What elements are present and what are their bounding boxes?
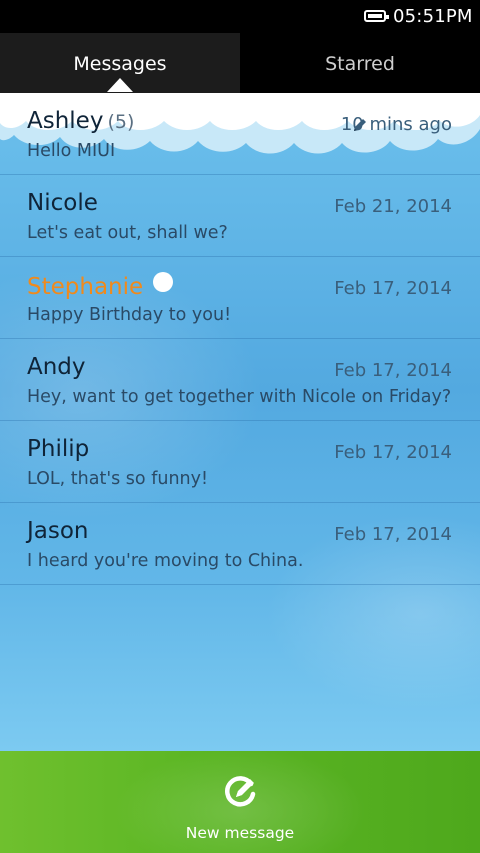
- contact-name: Andy: [27, 354, 86, 380]
- message-preview: I heard you're moving to China.: [27, 551, 304, 571]
- contact-name-text: Stephanie: [27, 274, 144, 300]
- conversation-item-ashley[interactable]: Ashley (5) 10 mins ago Hello MIUI: [0, 93, 480, 175]
- message-preview: Hey, want to get together with Nicole on…: [27, 387, 452, 407]
- contact-name: Philip: [27, 436, 90, 462]
- contact-name: Jason: [27, 518, 89, 544]
- status-bar: 05:51PM: [0, 0, 480, 33]
- message-date: Feb 21, 2014: [334, 196, 452, 217]
- active-tab-indicator: [107, 78, 133, 92]
- conversation-item-andy[interactable]: Andy Feb 17, 2014 Hey, want to get toget…: [0, 339, 480, 421]
- contact-name-text: Ashley: [27, 108, 104, 134]
- new-message-button[interactable]: New message: [0, 751, 480, 853]
- contact-name: Nicole: [27, 190, 98, 216]
- message-date: 10 mins ago: [340, 114, 452, 135]
- message-date: Feb 17, 2014: [334, 442, 452, 463]
- conversation-list[interactable]: Ashley (5) 10 mins ago Hello MIUI Nicole …: [0, 93, 480, 751]
- conversation-item-stephanie[interactable]: Stephanie Feb 17, 2014 Happy Birthday to…: [0, 257, 480, 339]
- message-date: Feb 17, 2014: [334, 278, 452, 299]
- contact-name: Stephanie: [27, 272, 174, 300]
- conversation-item-philip[interactable]: Philip Feb 17, 2014 LOL, that's so funny…: [0, 421, 480, 503]
- message-count: (5): [107, 111, 135, 133]
- status-time: 05:51PM: [393, 6, 473, 27]
- message-preview: Happy Birthday to you!: [27, 305, 232, 325]
- new-message-label: New message: [185, 824, 295, 842]
- contact-name: Ashley (5): [27, 108, 134, 134]
- message-preview: Hello MIUI: [27, 141, 116, 161]
- unread-indicator: [153, 272, 174, 292]
- message-date: Feb 17, 2014: [334, 360, 452, 381]
- battery-icon: [364, 10, 389, 22]
- message-preview: LOL, that's so funny!: [27, 469, 208, 489]
- conversation-item-nicole[interactable]: Nicole Feb 21, 2014 Let's eat out, shall…: [0, 175, 480, 257]
- tab-bar: Messages Starred: [0, 33, 480, 93]
- message-preview: Let's eat out, shall we?: [27, 223, 228, 243]
- compose-icon: [225, 776, 256, 807]
- tab-starred[interactable]: Starred: [240, 33, 480, 93]
- message-date: Feb 17, 2014: [334, 524, 452, 545]
- conversation-item-jason[interactable]: Jason Feb 17, 2014 I heard you're moving…: [0, 503, 480, 585]
